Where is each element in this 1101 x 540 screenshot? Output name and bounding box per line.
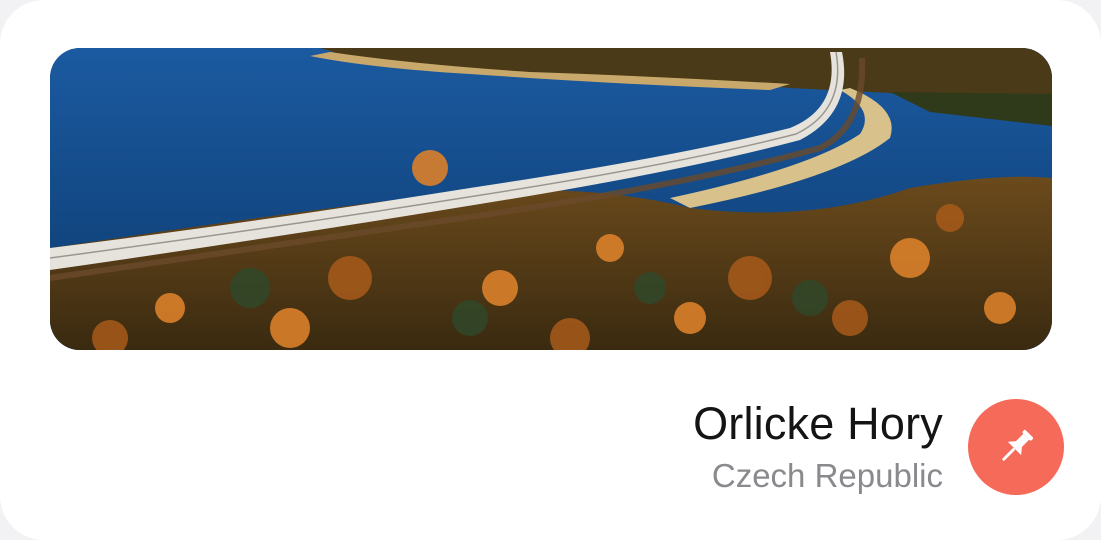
pin-button[interactable] [968, 399, 1064, 495]
place-country: Czech Republic [711, 457, 943, 494]
place-title: Orlicke Hory [693, 398, 943, 449]
place-photo [50, 48, 1052, 350]
pin-icon [1002, 429, 1034, 461]
landscape-image [50, 48, 1052, 350]
place-card[interactable]: Orlicke Hory Czech Republic [0, 0, 1101, 540]
